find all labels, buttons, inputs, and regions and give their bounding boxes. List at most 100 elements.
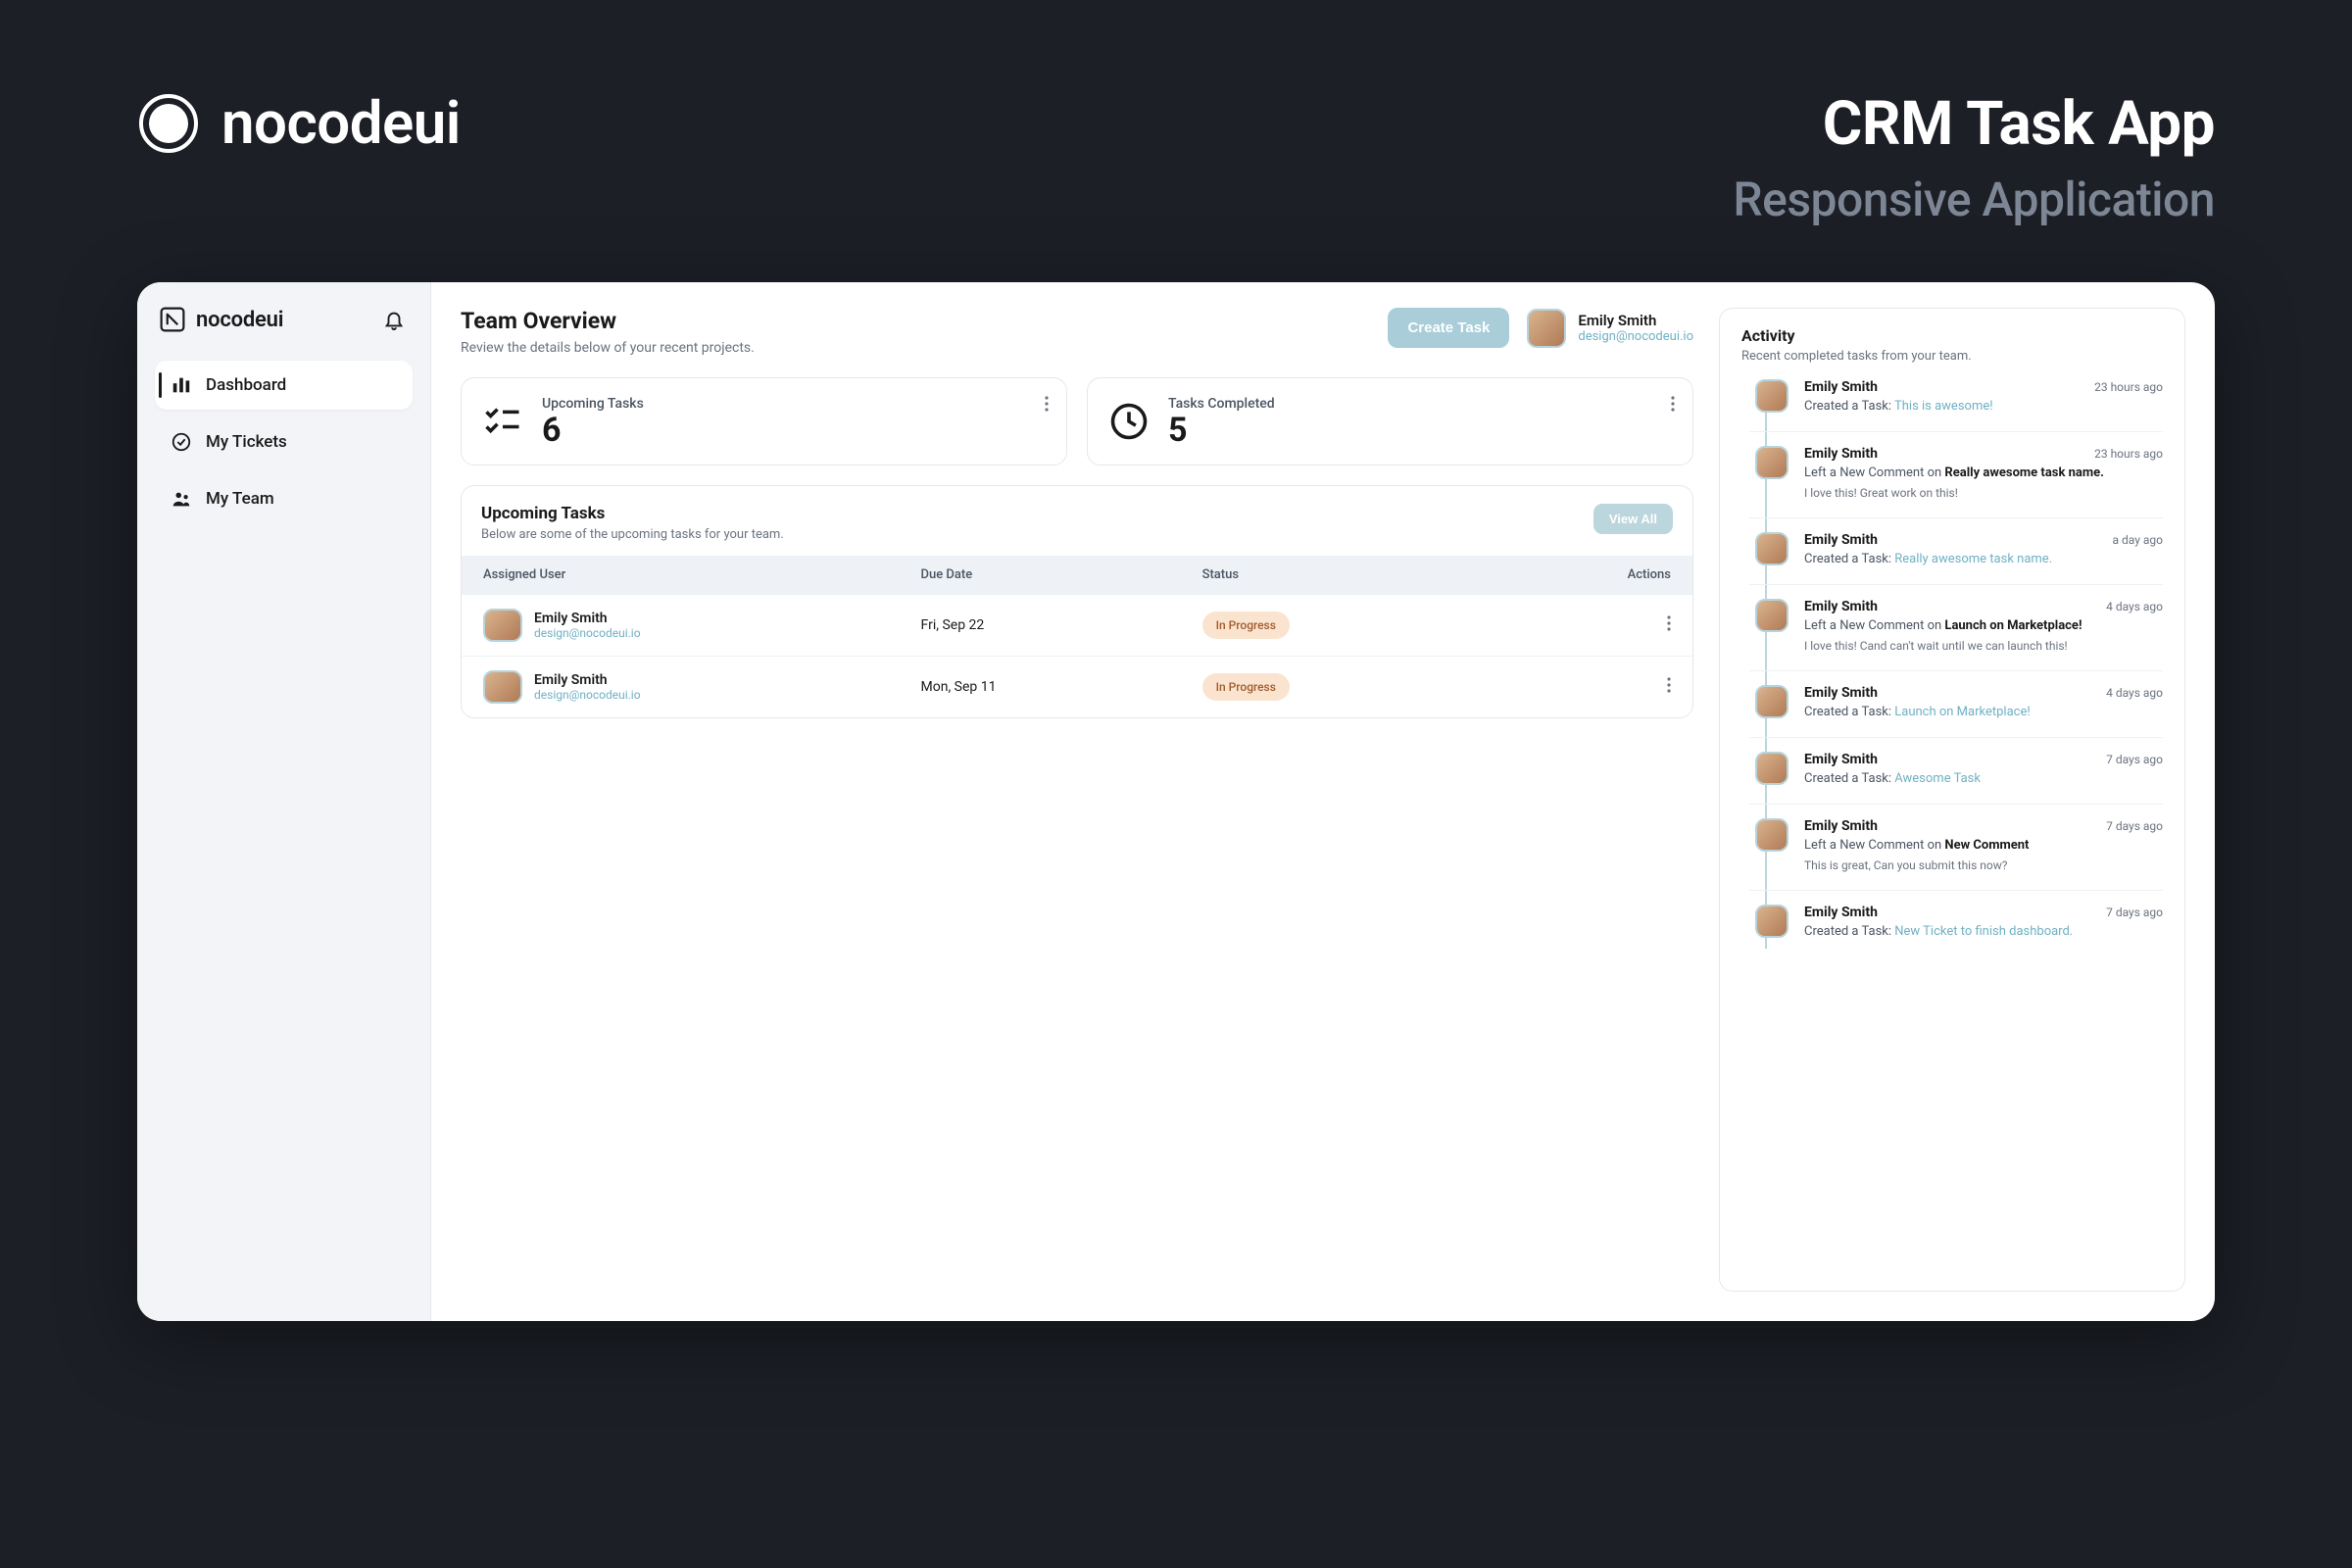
activity-timestamp: 23 hours ago (2094, 447, 2163, 461)
table-row: Emily Smith design@nocodeui.io Mon, Sep … (462, 656, 1692, 717)
clock-icon (1107, 400, 1151, 443)
activity-body: Left a New Comment on New Comment (1804, 838, 2163, 853)
page-subtitle: Review the details below of your recent … (461, 340, 755, 356)
activity-user-name: Emily Smith (1804, 532, 1878, 548)
assigned-user-name: Emily Smith (534, 672, 641, 688)
hero-title: CRM Task App (1733, 88, 2215, 160)
team-icon (171, 488, 192, 510)
activity-note: This is great, Can you submit this now? (1804, 858, 2163, 872)
activity-link[interactable]: Really awesome task name. (1944, 466, 2104, 480)
current-user-chip[interactable]: Emily Smith design@nocodeui.io (1527, 309, 1693, 348)
activity-title: Activity (1741, 326, 2163, 345)
avatar (1755, 752, 1788, 785)
dashboard-icon (171, 374, 192, 396)
activity-body: Created a Task: Launch on Marketplace! (1804, 705, 2163, 719)
activity-item: Emily Smith 7 days ago Left a New Commen… (1749, 818, 2163, 891)
th-status: Status (1202, 567, 1515, 582)
activity-timestamp: 7 days ago (2106, 819, 2163, 833)
notifications-icon[interactable] (383, 309, 405, 330)
activity-user-name: Emily Smith (1804, 818, 1878, 834)
avatar (1755, 818, 1788, 852)
avatar (1755, 446, 1788, 479)
view-all-button[interactable]: View All (1593, 504, 1673, 534)
activity-item: Emily Smith 4 days ago Left a New Commen… (1749, 599, 2163, 671)
row-menu-button[interactable] (1515, 615, 1671, 635)
avatar (1755, 599, 1788, 632)
row-menu-button[interactable] (1515, 677, 1671, 697)
activity-link[interactable]: New Comment (1944, 838, 2029, 853)
avatar (1755, 685, 1788, 718)
status-badge: In Progress (1202, 673, 1290, 701)
assigned-user-email: design@nocodeui.io (534, 688, 641, 702)
activity-timestamp: a day ago (2113, 533, 2163, 547)
activity-user-name: Emily Smith (1804, 379, 1878, 395)
create-task-button[interactable]: Create Task (1388, 308, 1509, 348)
activity-timestamp: 4 days ago (2106, 600, 2163, 613)
assigned-user-email: design@nocodeui.io (534, 626, 641, 640)
activity-panel: Activity Recent completed tasks from you… (1719, 308, 2185, 1292)
avatar (1755, 379, 1788, 413)
activity-link[interactable]: This is awesome! (1894, 399, 1993, 414)
stat-value: 6 (542, 414, 644, 447)
activity-body: Left a New Comment on Really awesome tas… (1804, 466, 2163, 480)
activity-item: Emily Smith 23 hours ago Left a New Comm… (1749, 446, 2163, 518)
activity-note: I love this! Great work on this! (1804, 486, 2163, 500)
activity-body: Created a Task: Awesome Task (1804, 771, 2163, 786)
sidebar-item-dashboard[interactable]: Dashboard (155, 361, 413, 410)
th-due-date: Due Date (921, 567, 1202, 582)
stat-card-upcoming-tasks: Upcoming Tasks 6 (461, 377, 1067, 466)
stat-label: Tasks Completed (1168, 396, 1275, 412)
current-user-name: Emily Smith (1578, 312, 1693, 329)
stat-value: 5 (1168, 414, 1275, 447)
activity-link[interactable]: Launch on Marketplace! (1894, 705, 2030, 719)
activity-link[interactable]: Launch on Marketplace! (1944, 618, 2082, 633)
activity-link[interactable]: Awesome Task (1894, 771, 1981, 786)
status-badge: In Progress (1202, 612, 1290, 639)
sidebar-item-my-team[interactable]: My Team (155, 474, 413, 523)
upcoming-tasks-panel: Upcoming Tasks Below are some of the upc… (461, 485, 1693, 718)
avatar (483, 609, 522, 642)
activity-item: Emily Smith 4 days ago Created a Task: L… (1749, 685, 2163, 738)
activity-link[interactable]: New Ticket to finish dashboard. (1894, 924, 2073, 939)
card-menu-button[interactable] (1667, 392, 1679, 419)
brand-mark-icon (159, 306, 186, 333)
due-date-cell: Fri, Sep 22 (921, 617, 1202, 633)
kebab-icon (1045, 396, 1049, 412)
current-user-email: design@nocodeui.io (1578, 329, 1693, 344)
sidebar-item-label: My Tickets (206, 432, 287, 452)
activity-timestamp: 7 days ago (2106, 753, 2163, 766)
activity-timestamp: 7 days ago (2106, 906, 2163, 919)
sidebar-item-label: My Team (206, 489, 274, 509)
activity-user-name: Emily Smith (1804, 446, 1878, 462)
sidebar-item-my-tickets[interactable]: My Tickets (155, 417, 413, 466)
assigned-user-cell: Emily Smith design@nocodeui.io (483, 670, 921, 704)
hero-brand-text: nocodeui (221, 88, 461, 158)
kebab-icon (1671, 396, 1675, 412)
status-cell: In Progress (1202, 673, 1515, 701)
activity-timestamp: 23 hours ago (2094, 380, 2163, 394)
activity-user-name: Emily Smith (1804, 599, 1878, 614)
activity-body: Created a Task: New Ticket to finish das… (1804, 924, 2163, 939)
th-actions: Actions (1515, 567, 1671, 582)
activity-user-name: Emily Smith (1804, 752, 1878, 767)
assigned-user-name: Emily Smith (534, 611, 641, 626)
hero-brand: nocodeui (137, 88, 461, 158)
activity-item: Emily Smith 7 days ago Created a Task: A… (1749, 752, 2163, 805)
tickets-icon (171, 431, 192, 453)
sidebar: nocodeui Dashboard My Tickets (137, 282, 431, 1321)
kebab-icon (1667, 615, 1671, 631)
status-cell: In Progress (1202, 612, 1515, 639)
kebab-icon (1667, 677, 1671, 693)
activity-item: Emily Smith a day ago Created a Task: Re… (1749, 532, 2163, 585)
page-title: Team Overview (461, 308, 755, 334)
activity-user-name: Emily Smith (1804, 685, 1878, 701)
avatar (1527, 309, 1566, 348)
due-date-cell: Mon, Sep 11 (921, 679, 1202, 695)
activity-user-name: Emily Smith (1804, 905, 1878, 920)
card-menu-button[interactable] (1041, 392, 1053, 419)
activity-body: Left a New Comment on Launch on Marketpl… (1804, 618, 2163, 633)
sidebar-brand[interactable]: nocodeui (159, 306, 283, 333)
avatar (1755, 532, 1788, 565)
avatar (483, 670, 522, 704)
activity-link[interactable]: Really awesome task name. (1894, 552, 2052, 566)
